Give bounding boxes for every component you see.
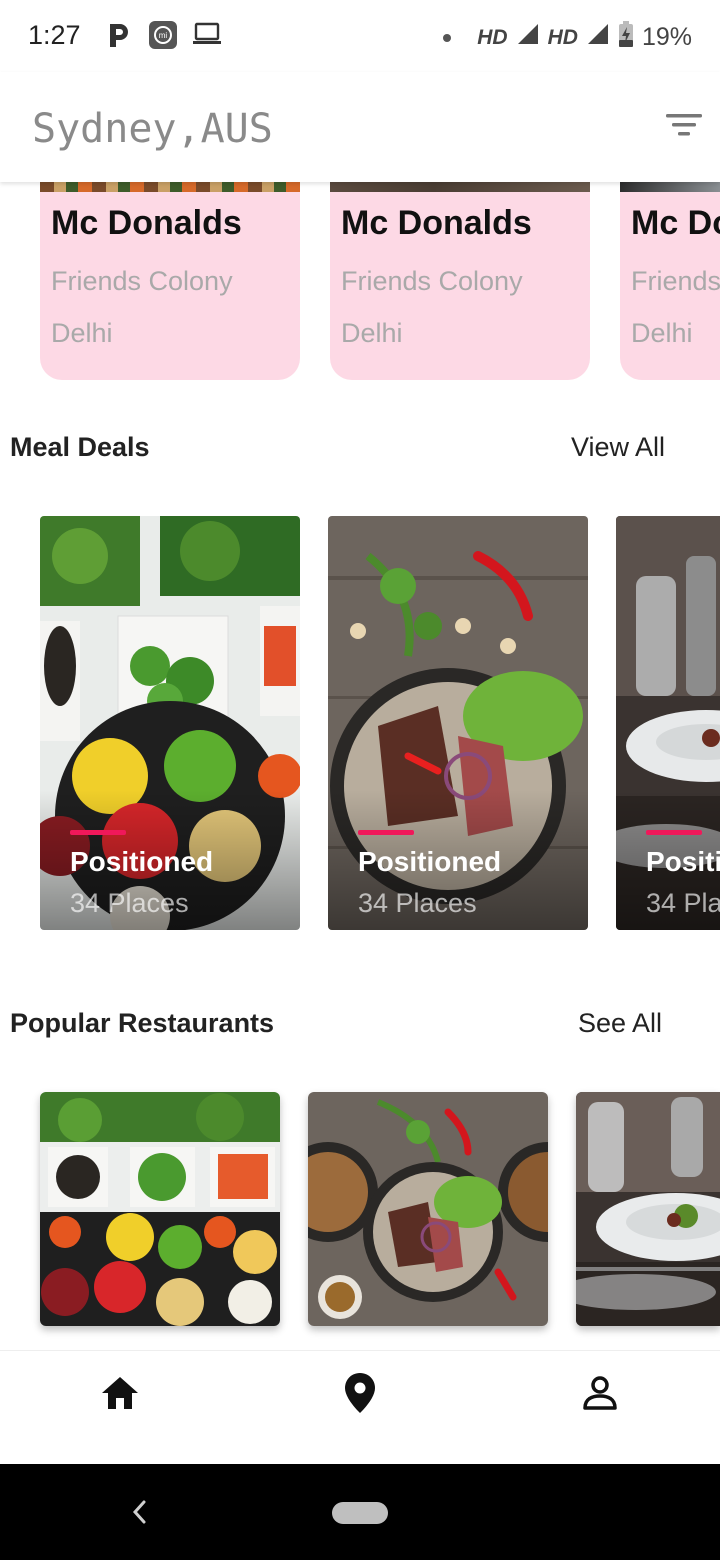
bottom-navigation <box>0 1350 720 1464</box>
place-image <box>620 182 720 192</box>
profile-icon <box>583 1376 617 1410</box>
nav-profile[interactable] <box>570 1369 630 1417</box>
deal-title: Positioned <box>70 846 214 877</box>
meal-deals-title: Meal Deals <box>10 432 150 462</box>
place-name: Mc Donalds <box>631 204 720 242</box>
filter-icon <box>666 114 702 136</box>
restaurant-card[interactable] <box>40 1092 280 1326</box>
network-type-2: HD <box>547 25 578 49</box>
back-chevron-icon <box>132 1500 146 1524</box>
place-image <box>330 182 590 192</box>
laptop-icon <box>192 20 222 53</box>
place-area: Friends Colony <box>631 266 720 296</box>
nav-location[interactable] <box>330 1369 390 1417</box>
deal-title: Positioned <box>646 846 720 877</box>
view-all-link[interactable]: View All <box>571 432 665 463</box>
deal-title: Positioned <box>358 846 502 877</box>
place-city: Delhi <box>631 318 693 348</box>
place-card[interactable]: Mc Donalds Friends Colony Delhi <box>330 182 590 380</box>
network-type-1: HD <box>477 25 508 49</box>
restaurant-card[interactable] <box>308 1092 548 1326</box>
system-back-button[interactable] <box>126 1494 154 1530</box>
accent-bar <box>646 830 702 835</box>
status-bar: 1:27 mi HD HD 19% <box>0 0 720 72</box>
location-pin-icon <box>345 1373 375 1413</box>
signal-icon <box>516 22 540 53</box>
place-name: Mc Donalds <box>341 204 532 242</box>
location-title[interactable]: Sydney,AUS <box>32 106 273 152</box>
app-bar: Sydney,AUS <box>0 72 720 182</box>
deal-subtitle: 34 Places <box>358 888 477 918</box>
popular-restaurants-title: Popular Restaurants <box>10 1008 275 1038</box>
status-indicators: HD HD 19% <box>443 20 692 55</box>
steak-plate-photo <box>308 1092 548 1326</box>
restaurant-table-photo <box>576 1092 720 1326</box>
place-city: Delhi <box>341 318 403 348</box>
place-card[interactable]: Mc Donalds Friends Colony Delhi <box>40 182 300 380</box>
system-home-button[interactable] <box>332 1502 388 1524</box>
nav-home[interactable] <box>90 1369 150 1417</box>
place-card[interactable]: Mc Donalds Friends Colony Delhi <box>620 182 720 380</box>
filter-button[interactable] <box>664 108 704 142</box>
battery-level: 19% <box>641 23 692 51</box>
accent-bar <box>70 830 126 835</box>
meal-deal-card[interactable]: Positioned 34 Places <box>40 516 300 930</box>
accent-bar <box>358 830 414 835</box>
battery-charging-icon <box>618 20 634 55</box>
see-all-link[interactable]: See All <box>578 1008 662 1039</box>
place-city: Delhi <box>51 318 113 348</box>
deal-subtitle: 34 Places <box>70 888 189 918</box>
place-area: Friends Colony <box>51 266 233 296</box>
restaurant-card[interactable] <box>576 1092 720 1326</box>
place-name: Mc Donalds <box>51 204 242 242</box>
parking-icon <box>106 20 132 55</box>
dot-icon <box>443 33 452 42</box>
vegetable-platter-photo <box>40 1092 280 1326</box>
signal-icon <box>586 22 610 53</box>
meal-deal-card[interactable]: Positioned 34 Places <box>616 516 720 930</box>
status-time: 1:27 <box>28 20 81 50</box>
place-area: Friends Colony <box>341 266 523 296</box>
deal-subtitle: 34 Places <box>646 888 720 918</box>
mi-icon: mi <box>148 20 178 55</box>
home-content[interactable]: Mc Donalds Friends Colony Delhi Mc Donal… <box>0 182 720 1350</box>
place-image <box>40 182 300 192</box>
home-icon <box>102 1377 138 1409</box>
system-navigation-bar <box>0 1464 720 1560</box>
svg-text:mi: mi <box>159 31 168 40</box>
meal-deal-card[interactable]: Positioned 34 Places <box>328 516 588 930</box>
